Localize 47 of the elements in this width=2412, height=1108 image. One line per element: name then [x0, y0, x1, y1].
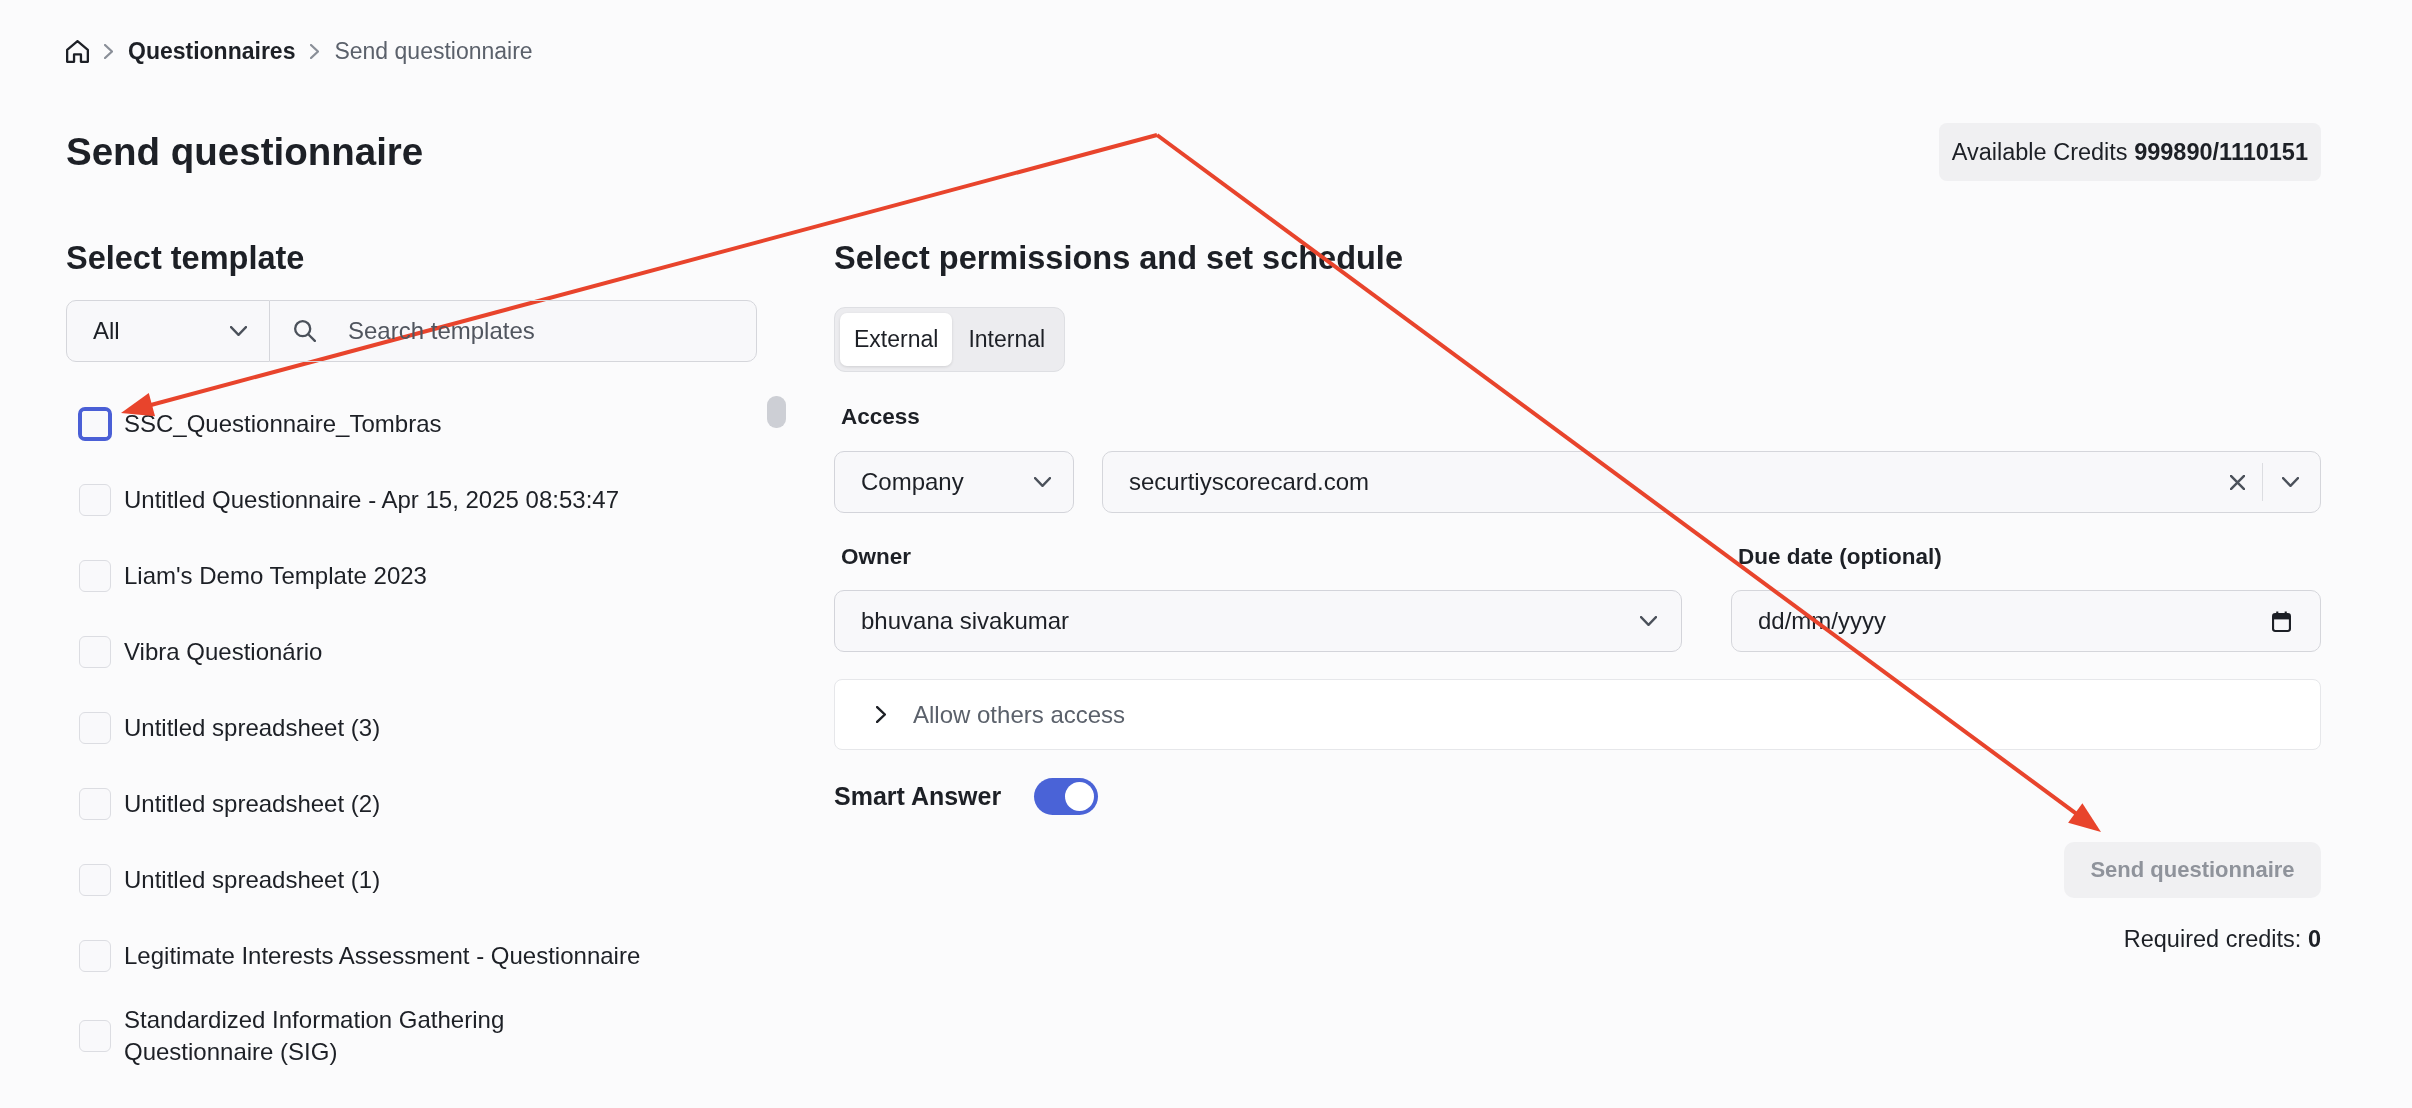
scrollbar-thumb[interactable] [767, 396, 786, 428]
smart-answer-label: Smart Answer [834, 781, 1002, 811]
template-name[interactable]: Liam's Demo Template 2023 [124, 560, 427, 592]
chevron-down-icon [1640, 616, 1657, 626]
template-name[interactable]: Untitled spreadsheet (2) [124, 788, 381, 820]
search-field[interactable]: Search templates [269, 300, 757, 362]
checkbox[interactable] [79, 940, 111, 972]
checkbox[interactable] [79, 864, 111, 896]
chevron-down-icon[interactable] [2282, 477, 2299, 487]
chevron-right-icon [310, 43, 320, 59]
chevron-right-icon [104, 43, 113, 59]
checkbox[interactable] [79, 560, 111, 592]
breadcrumb-current: Send questionnaire [334, 38, 533, 64]
section-heading: Select template [66, 239, 306, 277]
template-name[interactable]: Legitimate Interests Assessment - Questionnaire [124, 940, 641, 972]
smart-answer-toggle[interactable] [1034, 777, 1099, 815]
home-icon[interactable] [66, 39, 89, 63]
checkbox[interactable] [79, 484, 111, 516]
required-credits-text: Required credits: 0 [2123, 925, 2321, 954]
page-title: Send questionnaire [66, 129, 424, 175]
checkbox[interactable] [79, 1020, 111, 1052]
available-credits-badge: Available Credits 999890/1110151 [1938, 123, 2321, 181]
template-name[interactable]: Vibra Questionário [124, 636, 323, 668]
chevron-down-icon [230, 326, 247, 336]
calendar-icon[interactable] [2272, 611, 2291, 632]
allow-others-access-expander[interactable]: Allow others access [834, 679, 2321, 750]
field-label: Access [841, 403, 920, 431]
template-name[interactable]: SSC_Questionnaire_Tombras [124, 408, 442, 440]
template-name[interactable]: Untitled Questionnaire - Apr 15, 2025 08:53:47 [124, 484, 619, 516]
template-name[interactable]: Untitled spreadsheet (3) [124, 712, 381, 744]
template-name[interactable]: Untitled spreadsheet (1) [124, 864, 381, 896]
audience-tab[interactable]: External [840, 313, 953, 366]
access-type-select[interactable]: Company [834, 451, 1074, 513]
checkbox[interactable] [79, 636, 111, 668]
field-label: Due date (optional) [1738, 543, 1943, 571]
field-label: Owner [841, 543, 913, 571]
category-select[interactable]: All [66, 300, 270, 362]
clear-icon[interactable] [2230, 475, 2245, 490]
checkbox[interactable] [79, 788, 111, 820]
domain-field[interactable]: securtiyscorecard.com [1102, 451, 2321, 513]
owner-select[interactable]: bhuvana sivakumar [834, 590, 1682, 652]
search-icon [294, 320, 316, 342]
breadcrumb-link[interactable]: Questionnaires [128, 38, 296, 64]
audience-tab[interactable]: Internal [954, 313, 1060, 366]
template-name[interactable]: Standardized Information Gathering Questionnaire (SIG) [124, 1004, 651, 1068]
checkbox[interactable] [79, 712, 111, 744]
chevron-down-icon [1034, 477, 1051, 487]
